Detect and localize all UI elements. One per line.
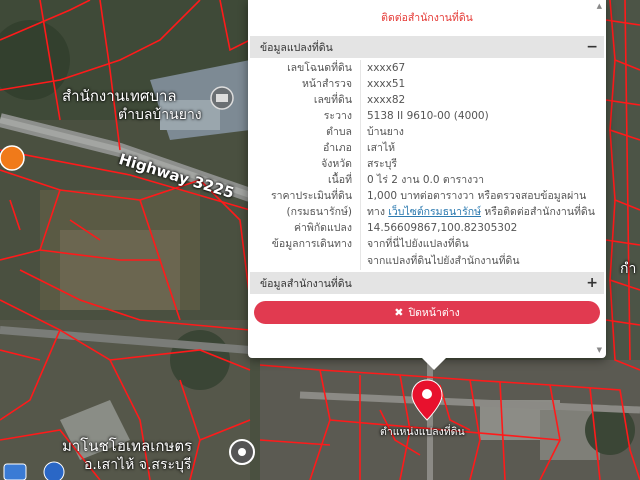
field-label: อำเภอ <box>322 142 352 154</box>
field-row: จังหวัด สระบุรี <box>250 156 604 172</box>
field-label: หน้าสำรวจ <box>302 78 352 90</box>
field-value: xxxx67 <box>360 60 604 76</box>
x-icon: ✖ <box>394 306 404 319</box>
parcel-section-title: ข้อมูลแปลงที่ดิน <box>260 41 333 54</box>
expand-icon[interactable]: + <box>586 276 598 290</box>
parcel-info-popup: ▲ ติดต่อสำนักงานที่ดิน ข้อมูลแปลงที่ดิน … <box>248 0 606 370</box>
directions-to-parcel-link[interactable]: จากที่นี่ไปยังแปลงที่ดิน <box>360 236 604 252</box>
close-window-button[interactable]: ✖ ปิดหน้าต่าง <box>254 301 600 324</box>
price-value-line1: 1,000 บาทต่อตารางวา หรือตรวจสอบข้อมูลผ่า… <box>360 188 604 204</box>
notice-contact-office: ติดต่อสำนักงานที่ดิน <box>381 12 473 24</box>
collapse-icon[interactable]: − <box>586 40 598 54</box>
price-prefix: ทาง <box>367 206 389 218</box>
map-label-right-edge: กำ <box>620 261 637 277</box>
scroll-down-icon[interactable]: ▼ <box>597 346 602 354</box>
parcel-section-header[interactable]: ข้อมูลแปลงที่ดิน − <box>250 36 604 58</box>
field-row: อำเภอ เสาไห้ <box>250 140 604 156</box>
parcel-marker-caption: ตำแหน่งแปลงที่ดิน <box>380 426 465 438</box>
field-row: เนื้อที่ 0 ไร่ 2 งาน 0.0 ตารางวา <box>250 172 604 188</box>
price-row: ราคาประเมินที่ดิน 1,000 บาทต่อตารางวา หร… <box>250 188 604 204</box>
office-section-header[interactable]: ข้อมูลสำนักงานที่ดิน + <box>250 272 604 294</box>
price-value-line2: ทาง เว็บไซต์กรมธนารักษ์ หรือติดต่อสำนักง… <box>360 204 604 220</box>
field-label: เลขโฉนดที่ดิน <box>287 62 352 74</box>
field-value: 5138 II 9610-00 (4000) <box>360 108 604 124</box>
directions-row: ข้อมูลการเดินทาง จากที่นี่ไปยังแปลงที่ดิ… <box>250 236 604 252</box>
field-label: จังหวัด <box>321 158 352 170</box>
field-value: 0 ไร่ 2 งาน 0.0 ตารางวา <box>360 172 604 188</box>
directions-label-empty <box>250 252 360 270</box>
field-row: ระวาง 5138 II 9610-00 (4000) <box>250 108 604 124</box>
field-value: เสาไห้ <box>360 140 604 156</box>
map-label-subdistrict: ตำบลบ้านยาง <box>118 107 202 123</box>
directions-label: ข้อมูลการเดินทาง <box>271 238 352 250</box>
price-suffix: หรือติดต่อสำนักงานที่ดิน <box>481 206 595 218</box>
field-row: หน้าสำรวจ xxxx51 <box>250 76 604 92</box>
parcel-info-table: เลขโฉนดที่ดิน xxxx67 หน้าสำรวจ xxxx51 เล… <box>250 60 604 270</box>
coords-link[interactable]: 14.56609867,100.82305302 <box>360 220 604 236</box>
field-value: xxxx82 <box>360 92 604 108</box>
field-row: เลขที่ดิน xxxx82 <box>250 92 604 108</box>
directions-to-office-link[interactable]: จากแปลงที่ดินไปยังสำนักงานที่ดิน <box>360 252 604 270</box>
field-label: เลขที่ดิน <box>313 94 352 106</box>
map-label-district: อ.เสาไห้ จ.สระบุรี <box>84 457 192 473</box>
coords-label: ค่าพิกัดแปลง <box>293 222 352 234</box>
field-label: ระวาง <box>323 110 352 122</box>
field-row: ตำบล บ้านยาง <box>250 124 604 140</box>
office-section-title: ข้อมูลสำนักงานที่ดิน <box>260 277 352 290</box>
field-label: เนื้อที่ <box>328 174 352 186</box>
price-label-line1: ราคาประเมินที่ดิน <box>270 190 352 202</box>
field-row: เลขโฉนดที่ดิน xxxx67 <box>250 60 604 76</box>
field-value: สระบุรี <box>360 156 604 172</box>
price-label-line2: (กรมธนารักษ์) <box>286 206 352 218</box>
notice-line-partial <box>248 2 606 8</box>
coords-row: ค่าพิกัดแปลง 14.56609867,100.82305302 <box>250 220 604 236</box>
price-row: (กรมธนารักษ์) ทาง เว็บไซต์กรมธนารักษ์ หร… <box>250 204 604 220</box>
treasury-website-link[interactable]: เว็บไซต์กรมธนารักษ์ <box>388 206 481 218</box>
close-window-label: ปิดหน้าต่าง <box>408 307 460 319</box>
directions-row: จากแปลงที่ดินไปยังสำนักงานที่ดิน <box>250 252 604 270</box>
field-value: xxxx51 <box>360 76 604 92</box>
field-label: ตำบล <box>326 126 352 138</box>
field-value: บ้านยาง <box>360 124 604 140</box>
